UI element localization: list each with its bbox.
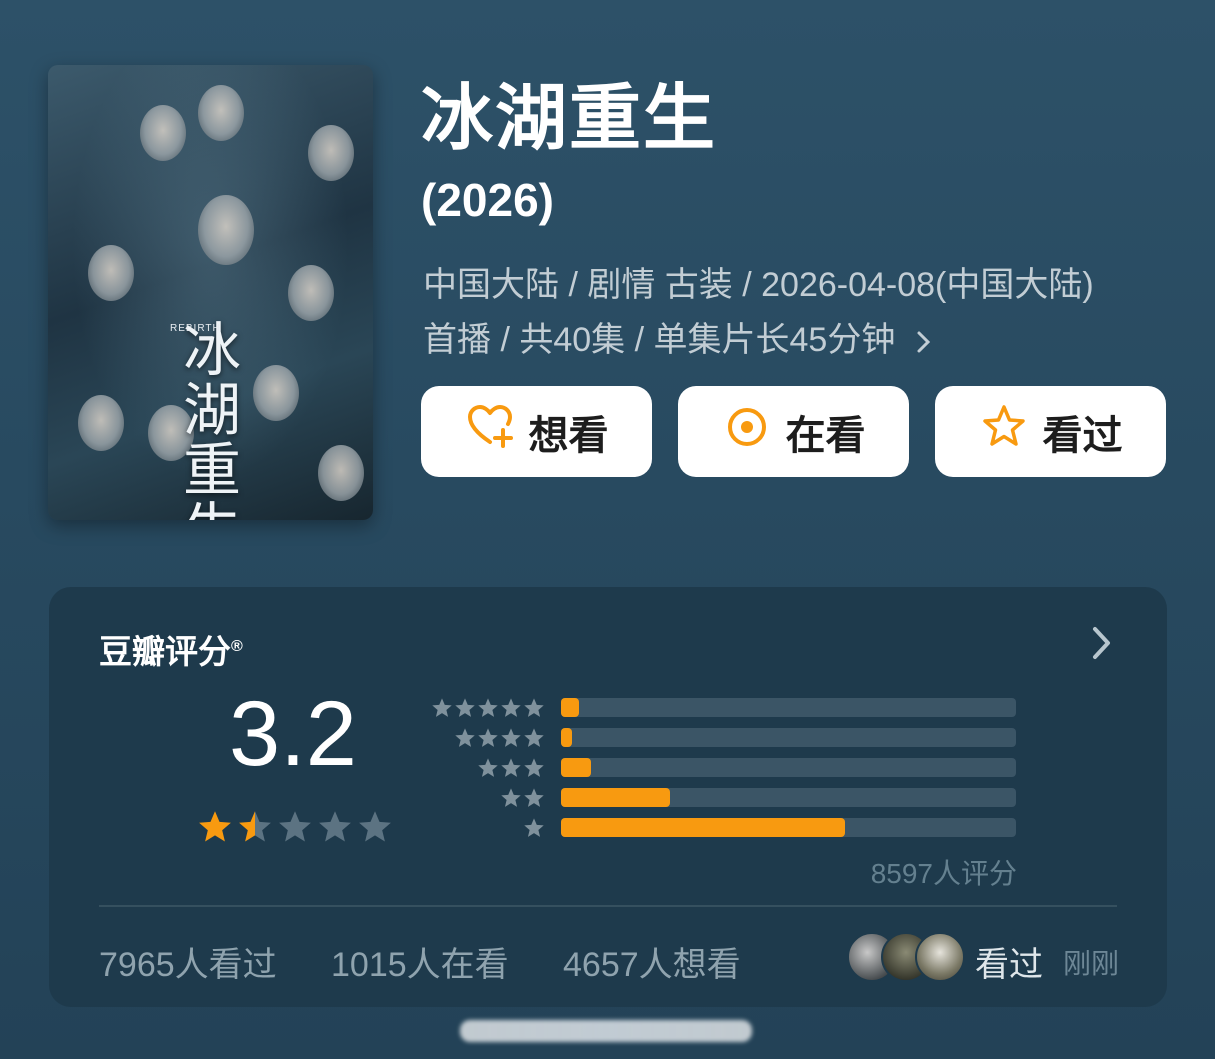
star-full-icon [199,811,231,842]
meta-line-1: 中国大陆 / 剧情 古装 / 2026-04-08(中国大陆) [423,266,1094,304]
histogram-bar [561,728,573,747]
histogram-star-label [425,787,545,809]
star-icon [524,728,544,747]
registered-mark: ® [231,638,243,655]
poster-figure [198,195,254,265]
rating-score: 3.2 [229,683,357,785]
bottom-blur-overlay [460,1020,752,1042]
friend-activity-time: 刚刚 [1063,948,1120,979]
rating-stars [197,809,393,845]
poster-image[interactable]: 冰湖重生 REBIRTH [48,65,373,520]
target-icon [722,402,772,462]
movie-title: 冰湖重生 [421,79,718,159]
histogram-star-label [425,757,545,779]
chevron-right-icon[interactable] [1089,623,1115,663]
star-icon [432,698,452,717]
rating-card-title: 豆瓣评分® [99,625,243,673]
histogram-bar [561,788,671,807]
heart-plus-icon [465,402,515,462]
star-half-icon [239,811,271,842]
ratings-count[interactable]: 8597人评分 [871,852,1017,892]
friend-avatars[interactable] [847,932,967,982]
star-icon [524,758,544,777]
stat-watching[interactable]: 1015人在看 [331,937,509,986]
histogram-bar [561,698,580,717]
stat-want[interactable]: 4657人想看 [563,937,741,986]
poster-figure [140,105,186,161]
rating-card-title-text: 豆瓣评分 [99,633,231,670]
watching-label: 在看 [785,413,866,458]
histogram-bar-track [561,758,1016,777]
chevron-right-icon [905,321,932,359]
star-icon [501,728,521,747]
poster-figure [88,245,134,301]
histogram-bar-track [561,698,1016,717]
poster-figure [78,395,124,451]
star-icon [501,698,521,717]
poster-figure [198,85,244,141]
star-icon [524,818,544,837]
poster-figure [308,125,354,181]
star-icon [478,758,498,777]
histogram-star-label [425,727,545,749]
watched-button[interactable]: 看过 [935,386,1166,477]
star-icon [478,728,498,747]
star-icon [501,788,521,807]
meta-line-2-text: 首播 / 共40集 / 单集片长45分钟 [423,321,896,359]
star-empty-icon [279,811,311,842]
avatar [915,932,965,982]
poster-figure [318,445,364,501]
rating-card[interactable]: 豆瓣评分® 3.2 8597人评分 7965人看过 1015人在看 4657人想… [49,587,1167,1007]
poster-figure [253,365,299,421]
star-outline-icon [979,402,1029,462]
stat-watched[interactable]: 7965人看过 [99,937,277,986]
star-icon [478,698,498,717]
star-icon [455,728,475,747]
star-icon [455,698,475,717]
histogram-bar-track [561,728,1016,747]
want-to-watch-button[interactable]: 想看 [421,386,652,477]
star-icon [524,788,544,807]
histogram-star-label [425,817,545,839]
movie-meta[interactable]: 中国大陆 / 剧情 古装 / 2026-04-08(中国大陆) 首播 / 共40… [423,258,1183,368]
star-icon [501,758,521,777]
movie-year: (2026) [421,174,554,226]
divider [99,905,1117,907]
histogram-bar [561,818,846,837]
friend-activity-label: 看过 [975,946,1043,984]
watching-button[interactable]: 在看 [678,386,909,477]
star-empty-icon [319,811,351,842]
poster-calligraphy: 冰湖重生 [182,316,243,520]
histogram-bar-track [561,818,1016,837]
watched-label: 看过 [1042,413,1123,458]
histogram-star-label [425,697,545,719]
star-icon [524,698,544,717]
poster-subtitle: REBIRTH [170,323,221,334]
histogram-bar [561,758,591,777]
meta-line-2: 首播 / 共40集 / 单集片长45分钟 [423,313,1183,368]
star-empty-icon [359,811,391,842]
poster-figure [288,265,334,321]
want-label: 想看 [528,413,609,458]
histogram-bar-track [561,788,1016,807]
